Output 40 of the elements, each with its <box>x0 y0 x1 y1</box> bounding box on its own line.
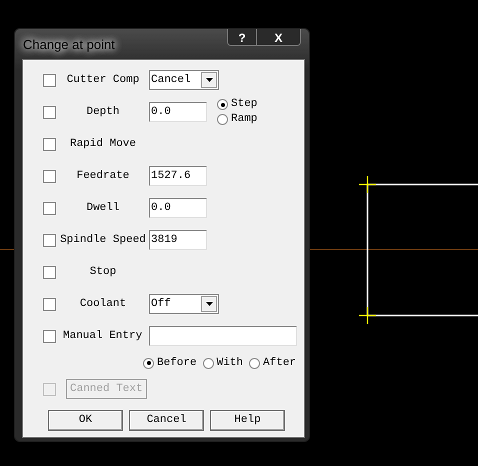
input-field[interactable]: 3819 <box>149 230 207 250</box>
dropdown[interactable]: Cancel <box>149 70 219 90</box>
option-label: Depth <box>86 106 120 118</box>
option-label: Coolant <box>80 298 126 310</box>
dialog-button[interactable]: OK <box>48 410 123 430</box>
radio-label: With <box>216 358 244 368</box>
radio-label: Step <box>231 99 258 110</box>
radio-label: Before <box>157 358 197 368</box>
option-label: Stop <box>90 266 116 278</box>
radio-button[interactable] <box>202 358 214 368</box>
input-field[interactable]: 0.0 <box>149 102 207 122</box>
option-label: Rapid Move <box>70 138 136 150</box>
radio-button[interactable] <box>217 114 228 125</box>
radio-button[interactable] <box>143 358 154 368</box>
checkbox[interactable] <box>43 298 56 310</box>
option-label: Feedrate <box>76 170 130 182</box>
checkbox[interactable] <box>43 106 56 118</box>
dialog-button[interactable]: Help <box>210 410 285 430</box>
dropdown[interactable]: Off <box>149 294 219 314</box>
radio-label: Ramp <box>231 114 258 125</box>
option-label: Spindle Speed <box>60 234 146 246</box>
checkbox[interactable] <box>43 170 56 182</box>
input-field[interactable] <box>149 326 297 346</box>
radio-button[interactable] <box>249 358 260 368</box>
checkbox[interactable] <box>43 138 56 150</box>
radio-label: After <box>263 358 296 368</box>
checkbox[interactable] <box>43 266 56 278</box>
radio-button[interactable] <box>217 99 228 110</box>
option-label: Cutter Comp <box>66 74 140 86</box>
input-field[interactable]: 0.0 <box>149 198 207 218</box>
checkbox[interactable] <box>43 74 56 86</box>
dialog-button[interactable]: Cancel <box>129 410 204 430</box>
help-button[interactable]: ? <box>228 29 257 45</box>
close-button[interactable]: X <box>257 29 300 45</box>
checkbox[interactable] <box>43 202 56 214</box>
option-label: Manual Entry <box>63 330 142 342</box>
checkbox[interactable] <box>43 234 56 246</box>
input-field[interactable]: 1527.6 <box>149 166 207 186</box>
option-label: Dwell <box>86 202 120 214</box>
checkbox[interactable] <box>43 330 56 342</box>
